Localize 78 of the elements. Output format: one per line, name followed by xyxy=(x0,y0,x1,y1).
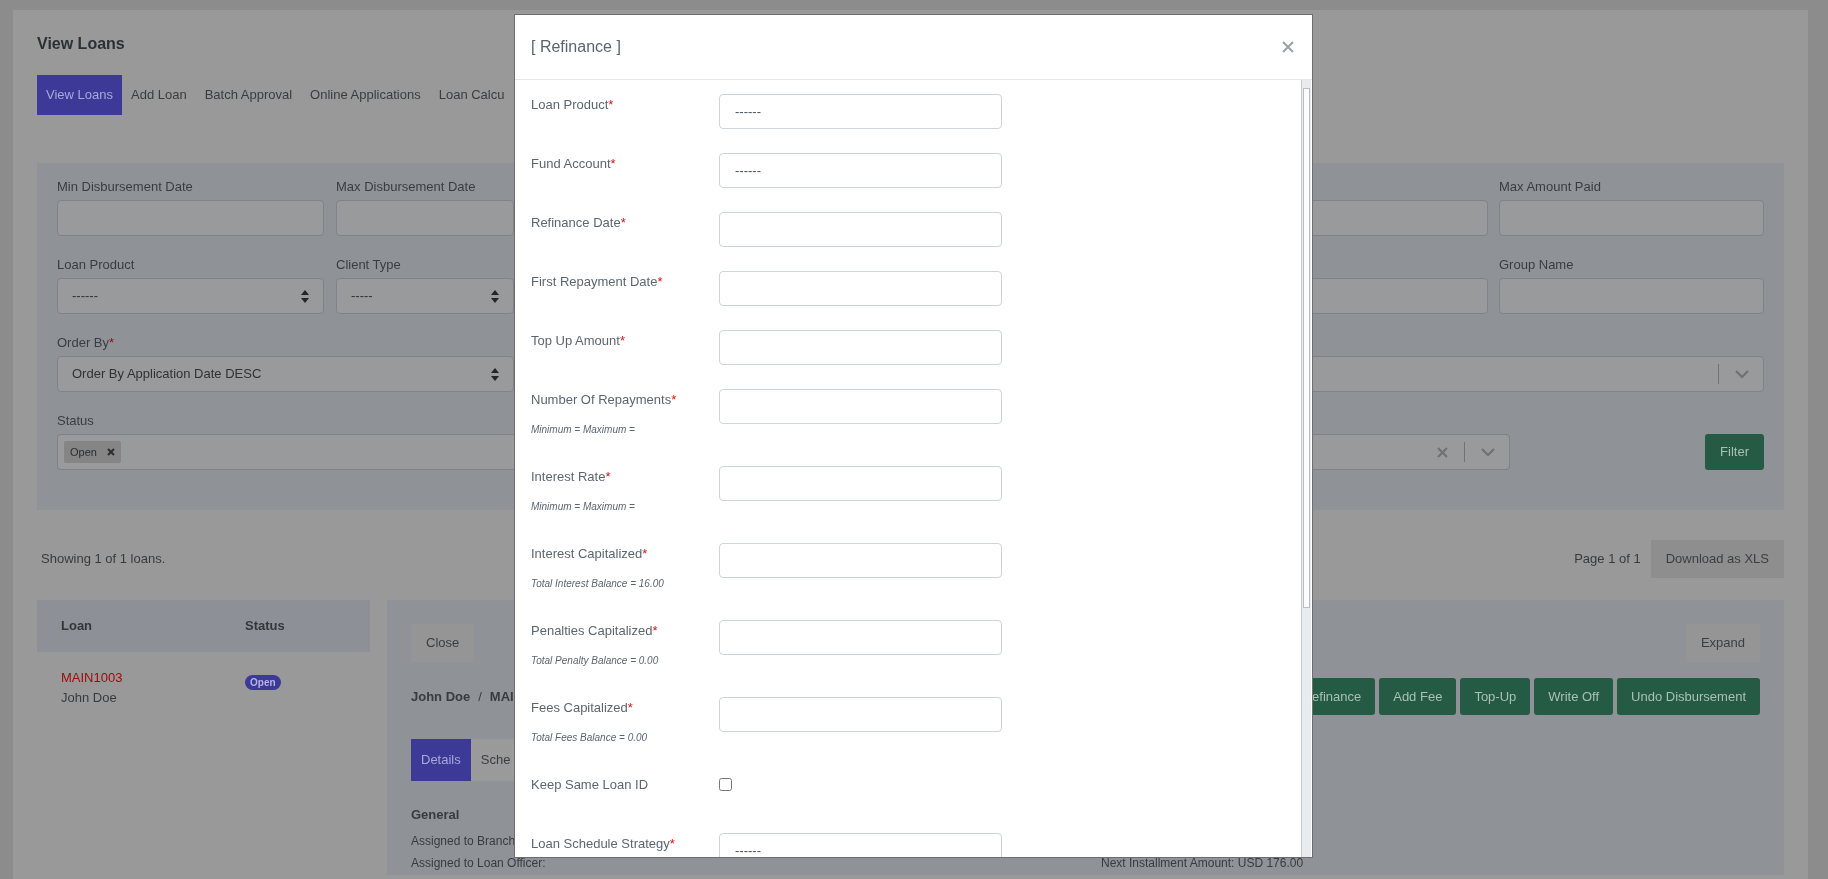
field-label: Top Up Amount* xyxy=(531,332,626,349)
field-label: Fees Capitalized* xyxy=(531,699,634,716)
field-label: Loan Product xyxy=(57,257,135,272)
detail-text: Assigned to Branch xyxy=(411,834,516,848)
help-text: Total Penalty Balance = 0.00 xyxy=(531,654,660,668)
chevron-icon xyxy=(1735,369,1749,379)
download-button[interactable]: Download as XLS xyxy=(1650,540,1784,578)
help-text: Minimum = Maximum = xyxy=(531,500,636,514)
remove-icon xyxy=(106,448,115,456)
breadcrumb-item: John Doe xyxy=(411,687,471,706)
field-label: Status xyxy=(57,413,94,428)
updown-icon xyxy=(301,289,309,303)
clear-icon xyxy=(1437,446,1448,458)
field-label: Interest Rate* xyxy=(531,468,612,485)
tab[interactable]: Batch Approval xyxy=(195,75,302,115)
text-field[interactable] xyxy=(1499,278,1764,314)
filter-button[interactable]: Filter xyxy=(1705,434,1764,470)
multi-select-field[interactable]: Open xyxy=(57,434,514,470)
detail-text: Next Installment Amount: USD 176.00 xyxy=(1101,856,1304,870)
select-field[interactable]: ------ xyxy=(719,153,1002,188)
status-badge: Open xyxy=(245,675,281,690)
chip-text: Open xyxy=(70,444,97,460)
field-label: Max Disbursement Date xyxy=(336,179,476,194)
close-icon xyxy=(1282,41,1294,53)
select-field[interactable]: ------ xyxy=(719,94,1002,129)
help-text: Total Fees Balance = 0.00 xyxy=(531,731,649,745)
field-label: Refinance Date* xyxy=(531,214,627,231)
tab[interactable]: Loan Calcu xyxy=(429,75,514,115)
tab[interactable]: Details xyxy=(411,739,471,781)
tab[interactable]: Online Applications xyxy=(301,75,430,115)
scrollbar[interactable] xyxy=(1301,80,1311,857)
column-header: Status xyxy=(245,617,286,636)
field-label: Keep Same Loan ID xyxy=(531,776,650,793)
help-text: Minimum = Maximum = xyxy=(531,423,636,437)
updown-icon xyxy=(491,289,499,303)
select-field[interactable]: ----- xyxy=(336,278,514,314)
tab[interactable]: Add Loan xyxy=(122,75,196,115)
action-button[interactable]: Write Off xyxy=(1534,677,1614,715)
close-button[interactable] xyxy=(1280,39,1296,55)
field-label: Interest Capitalized* xyxy=(531,545,649,562)
action-button[interactable]: Add Fee xyxy=(1379,677,1457,715)
field-label: Min Disbursement Date xyxy=(57,179,193,194)
page-title: View Loans xyxy=(37,34,125,54)
client-name: John Doe xyxy=(61,688,118,707)
field-label: Client Type xyxy=(336,257,401,272)
help-text: Total Interest Balance = 16.00 xyxy=(531,577,665,591)
loan-link[interactable]: MAIN1003 xyxy=(61,668,245,688)
field-label: Loan Schedule Strategy* xyxy=(531,835,676,852)
column-header: Loan xyxy=(61,617,94,636)
field-label: Order By* xyxy=(57,335,115,350)
field-label: Loan Product* xyxy=(531,96,615,113)
updown-icon xyxy=(491,367,499,381)
select-field[interactable]: ------ xyxy=(719,833,1002,857)
page-indicator: Page 1 of 1 xyxy=(1574,550,1641,569)
breadcrumb-item: MAI xyxy=(489,687,514,706)
action-button[interactable]: Top-Up xyxy=(1460,677,1531,715)
action-button[interactable]: Undo Disbursement xyxy=(1617,677,1760,715)
tab[interactable]: View Loans xyxy=(37,75,122,115)
field-label: Group Name xyxy=(1499,257,1574,272)
section-title: General xyxy=(411,805,461,824)
close-button[interactable]: Close xyxy=(411,624,475,662)
results-summary: Showing 1 of 1 loans. xyxy=(41,550,166,569)
text-field[interactable] xyxy=(336,200,514,236)
detail-text: Assigned to Loan Officer: xyxy=(411,856,546,870)
field-label: Max Amount Paid xyxy=(1499,179,1601,194)
chevron-icon xyxy=(1481,447,1495,457)
expand-button[interactable]: Expand xyxy=(1685,624,1760,662)
text-field[interactable] xyxy=(57,200,324,236)
field-label: First Repayment Date* xyxy=(531,273,664,290)
modal-title: [ Refinance ] xyxy=(531,37,621,57)
checkbox[interactable] xyxy=(719,778,732,791)
breadcrumb-separator: / xyxy=(478,687,482,706)
field-label: Penalties Capitalized* xyxy=(531,622,659,639)
text-field[interactable] xyxy=(1499,200,1764,236)
select-field[interactable]: Order By Application Date DESC xyxy=(57,356,514,392)
field-label: Number Of Repayments* xyxy=(531,391,678,408)
select-field[interactable]: ------ xyxy=(57,278,324,314)
field-label: Fund Account* xyxy=(531,155,617,172)
